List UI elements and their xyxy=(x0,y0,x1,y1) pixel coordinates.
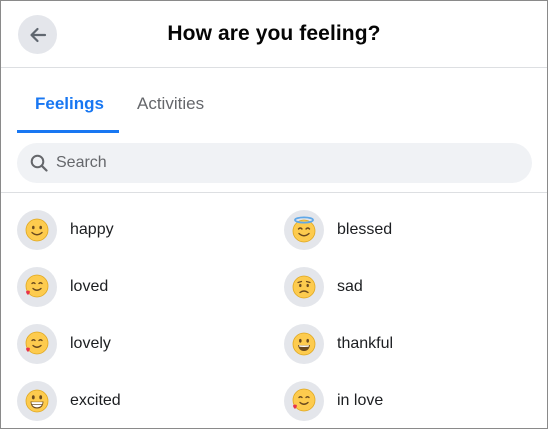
feeling-item-blessed[interactable]: blessed xyxy=(284,209,392,251)
feeling-item-lovely[interactable]: lovely xyxy=(17,323,111,365)
feeling-item-sad[interactable]: sad xyxy=(284,266,363,308)
tab-activities[interactable]: Activities xyxy=(137,94,204,114)
face-blowing-kiss-icon xyxy=(25,331,49,355)
emoji-badge xyxy=(17,210,57,250)
search-icon xyxy=(29,153,49,173)
feeling-label: loved xyxy=(70,278,109,295)
search-bar[interactable] xyxy=(17,143,532,183)
grinning-face-icon xyxy=(292,332,316,356)
feeling-item-loved[interactable]: loved xyxy=(17,266,108,308)
emoji-badge xyxy=(284,267,324,307)
emoji-badge xyxy=(284,210,324,250)
emoji-badge xyxy=(284,324,324,364)
feeling-label: lovely xyxy=(70,335,111,352)
sad-face-icon xyxy=(292,275,316,299)
tab-feelings[interactable]: Feelings xyxy=(35,94,104,114)
feeling-item-excited[interactable]: excited xyxy=(17,380,121,422)
face-with-hearts-icon xyxy=(25,274,49,298)
feeling-item-in-love[interactable]: in love xyxy=(284,380,383,422)
dialog-header: How are you feeling? xyxy=(1,1,547,68)
active-tab-indicator xyxy=(17,130,119,133)
emoji-badge xyxy=(17,267,57,307)
smiling-face-icon xyxy=(25,218,49,242)
feeling-item-happy[interactable]: happy xyxy=(17,209,114,251)
feeling-label: excited xyxy=(70,392,121,409)
emoji-badge xyxy=(17,381,57,421)
search-section xyxy=(1,134,547,193)
emoji-badge xyxy=(284,381,324,421)
feeling-label: in love xyxy=(337,392,384,409)
kissing-heart-face-icon xyxy=(292,388,316,412)
feeling-label: blessed xyxy=(337,221,393,238)
feeling-item-thankful[interactable]: thankful xyxy=(284,323,393,365)
halo-face-icon xyxy=(292,216,316,243)
emoji-badge xyxy=(17,324,57,364)
feeling-picker-dialog: How are you feeling? Feelings Activities xyxy=(0,0,548,429)
grinning-face-big-eyes-icon xyxy=(25,389,49,413)
feeling-label: happy xyxy=(70,221,114,238)
feeling-label: sad xyxy=(337,278,363,295)
search-input[interactable] xyxy=(54,153,498,173)
dialog-title: How are you feeling? xyxy=(167,22,381,45)
tab-bar: Feelings Activities xyxy=(1,68,547,134)
feeling-label: thankful xyxy=(337,335,394,352)
